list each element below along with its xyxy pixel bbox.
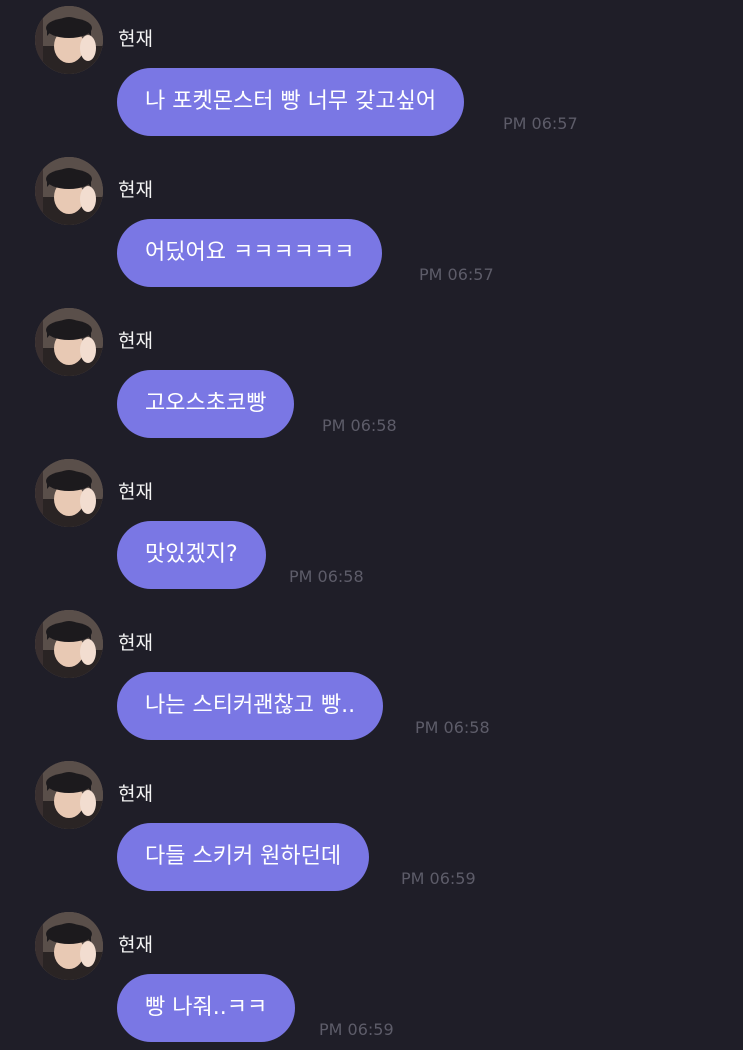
avatar[interactable] bbox=[35, 761, 103, 829]
message-bubble[interactable]: 다들 스키커 원하던데 bbox=[117, 823, 370, 891]
chat-screen: 현재 나 포켓몬스터 빵 너무 갖고싶어 PM 06:57 현재 어딨어요 ㅋㅋ… bbox=[0, 0, 743, 1050]
message-row: 현재 나 포켓몬스터 빵 너무 갖고싶어 PM 06:57 bbox=[0, 0, 743, 151]
sender-name: 현재 bbox=[118, 28, 153, 50]
sender-name: 현재 bbox=[118, 330, 153, 352]
avatar[interactable] bbox=[35, 459, 103, 527]
message-row: 현재 빵 나줘..ㅋㅋ PM 06:59 bbox=[0, 906, 743, 1050]
sender-name: 현재 bbox=[118, 481, 153, 503]
message-bubble[interactable]: 나는 스티커괜찮고 빵.. bbox=[117, 672, 384, 740]
avatar[interactable] bbox=[35, 912, 103, 980]
message-row: 현재 나는 스티커괜찮고 빵.. PM 06:58 bbox=[0, 604, 743, 755]
message-bubble[interactable]: 빵 나줘..ㅋㅋ bbox=[117, 974, 296, 1042]
sender-name: 현재 bbox=[118, 179, 153, 201]
profile-photo-icon bbox=[35, 308, 103, 376]
message-bubble[interactable]: 고오스초코빵 bbox=[117, 370, 295, 438]
sender-name: 현재 bbox=[118, 632, 153, 654]
message-bubble[interactable]: 나 포켓몬스터 빵 너무 갖고싶어 bbox=[117, 68, 465, 136]
message-timestamp: PM 06:57 bbox=[503, 114, 578, 133]
avatar[interactable] bbox=[35, 157, 103, 225]
message-row: 현재 어딨어요 ㅋㅋㅋㅋㅋㅋ PM 06:57 bbox=[0, 151, 743, 302]
profile-photo-icon bbox=[35, 912, 103, 980]
avatar[interactable] bbox=[35, 308, 103, 376]
message-row: 현재 다들 스키커 원하던데 PM 06:59 bbox=[0, 755, 743, 906]
message-timestamp: PM 06:58 bbox=[322, 416, 397, 435]
sender-name: 현재 bbox=[118, 783, 153, 805]
message-timestamp: PM 06:58 bbox=[289, 567, 364, 586]
profile-photo-icon bbox=[35, 6, 103, 74]
message-row: 현재 고오스초코빵 PM 06:58 bbox=[0, 302, 743, 453]
profile-photo-icon bbox=[35, 761, 103, 829]
message-bubble[interactable]: 맛있겠지? bbox=[117, 521, 266, 589]
message-timestamp: PM 06:58 bbox=[415, 718, 490, 737]
sender-name: 현재 bbox=[118, 934, 153, 956]
message-timestamp: PM 06:59 bbox=[401, 869, 476, 888]
avatar[interactable] bbox=[35, 610, 103, 678]
message-timestamp: PM 06:57 bbox=[419, 265, 494, 284]
avatar[interactable] bbox=[35, 6, 103, 74]
profile-photo-icon bbox=[35, 610, 103, 678]
message-row: 현재 맛있겠지? PM 06:58 bbox=[0, 453, 743, 604]
profile-photo-icon bbox=[35, 459, 103, 527]
message-bubble[interactable]: 어딨어요 ㅋㅋㅋㅋㅋㅋ bbox=[117, 219, 383, 287]
profile-photo-icon bbox=[35, 157, 103, 225]
message-timestamp: PM 06:59 bbox=[319, 1020, 394, 1039]
